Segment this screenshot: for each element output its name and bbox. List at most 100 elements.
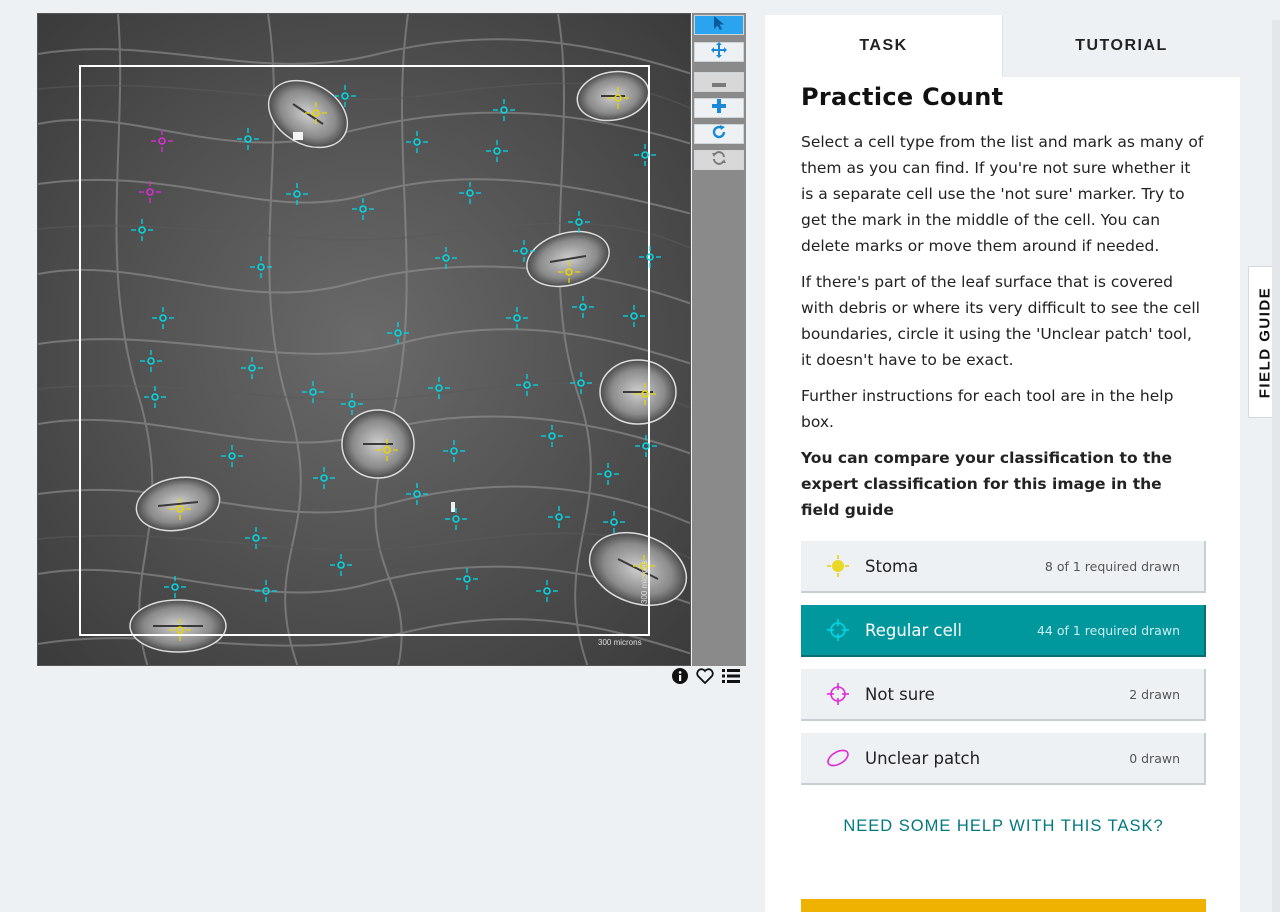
stoma-mark[interactable] [169,498,191,520]
choice-label: Not sure [865,684,935,704]
instructions-paragraph-2: If there's part of the leaf surface that… [801,273,1200,369]
not-sure-mark[interactable] [151,130,173,152]
ellipse-icon [825,745,851,771]
stoma-mark[interactable] [607,87,629,109]
stoma-mark[interactable] [634,383,656,405]
scale-bar-label-vertical: 300 microns [640,560,649,604]
regular-cell-mark[interactable] [250,256,272,278]
regular-cell-mark[interactable] [302,381,324,403]
tab-tutorial[interactable]: TUTORIAL [1002,15,1240,77]
info-icon[interactable] [672,668,688,688]
regular-cell-mark[interactable] [131,219,153,241]
regular-cell-mark[interactable] [241,357,263,379]
viewer-toolbar [692,13,746,666]
scale-bar-label: 300 microns [598,638,642,647]
rotate-icon [712,125,726,143]
zoom-in-button[interactable] [694,98,744,118]
stoma-mark[interactable] [558,261,580,283]
pointer-tool-button[interactable] [694,15,744,35]
regular-cell-mark[interactable] [406,483,428,505]
regular-cell-mark[interactable] [603,511,625,533]
move-icon [711,42,727,62]
regular-cell-mark[interactable] [144,386,166,408]
regular-cell-mark[interactable] [221,445,243,467]
regular-cell-mark[interactable] [443,440,465,462]
regular-cell-mark[interactable] [445,508,467,530]
help-link[interactable]: NEED SOME HELP WITH THIS TASK? [801,817,1206,836]
list-icon[interactable] [722,668,740,688]
move-tool-button[interactable] [694,42,744,62]
regular-cell-mark[interactable] [548,506,570,528]
choice-count: 8 of 1 required drawn [1044,558,1180,574]
regular-cell-mark[interactable] [313,467,335,489]
regular-cell-mark[interactable] [352,198,374,220]
pointer-icon [712,15,726,35]
tab-task[interactable]: TASK [765,15,1002,77]
regular-cell-mark[interactable] [597,463,619,485]
regular-cell-mark[interactable] [486,140,508,162]
regular-cell-mark[interactable] [572,296,594,318]
regular-cell-mark[interactable] [435,247,457,269]
regular-cell-mark[interactable] [536,580,558,602]
zoom-in-icon [712,99,726,117]
tool-choice-unclear-patch[interactable]: Unclear patch 0 drawn [801,733,1206,785]
instructions-paragraph-1: Select a cell type from the list and mar… [801,133,1204,255]
rotate-button[interactable] [694,124,744,144]
task-panel: TASK TUTORIAL Practice Count Select a ce… [765,15,1240,912]
regular-cell-mark[interactable] [140,350,162,372]
zoom-out-icon [712,73,726,91]
choice-count: 44 of 1 required drawn [1036,622,1180,638]
choice-label: Regular cell [865,620,962,640]
regular-cell-mark[interactable] [152,307,174,329]
regular-cell-mark[interactable] [456,568,478,590]
task-title: Practice Count [801,83,1004,111]
stoma-marker-icon [825,553,851,579]
regular-cell-mark[interactable] [387,322,409,344]
field-guide-label: FIELD GUIDE [1256,286,1274,398]
not-sure-mark[interactable] [139,181,161,203]
heart-icon[interactable] [696,668,714,688]
image-viewer[interactable]: 300 microns 300 microns [37,13,691,666]
subject-meta-icons [672,668,740,688]
regular-cell-mark[interactable] [245,527,267,549]
regular-cell-mark[interactable] [330,554,352,576]
tool-choice-regular-cell[interactable]: Regular cell 44 of 1 required drawn [801,605,1206,657]
regular-cell-mark[interactable] [255,580,277,602]
panel-tabs: TASK TUTORIAL [765,15,1240,77]
marks-layer[interactable] [38,14,691,666]
regular-cell-mark[interactable] [164,576,186,598]
regular-cell-mark[interactable] [237,128,259,150]
instructions-paragraph-4: You can compare your classification to t… [801,449,1172,519]
regular-cell-mark[interactable] [570,372,592,394]
page-scrollbar[interactable] [1272,20,1280,912]
instructions-paragraph-3: Further instructions for each tool are i… [801,387,1174,431]
regular-cell-mark[interactable] [286,183,308,205]
regular-cell-mark[interactable] [634,144,656,166]
stoma-mark[interactable] [169,619,191,641]
crosshair-icon [825,681,851,707]
regular-cell-mark[interactable] [541,425,563,447]
regular-cell-mark[interactable] [516,374,538,396]
regular-cell-mark[interactable] [506,307,528,329]
task-content: Practice Count Select a cell type from t… [765,77,1240,836]
zoom-out-button[interactable] [694,72,744,92]
regular-cell-mark[interactable] [493,99,515,121]
regular-cell-mark[interactable] [513,240,535,262]
tool-choice-stoma[interactable]: Stoma 8 of 1 required drawn [801,541,1206,593]
regular-cell-mark[interactable] [428,377,450,399]
tool-choice-not-sure[interactable]: Not sure 2 drawn [801,669,1206,721]
regular-cell-mark[interactable] [623,305,645,327]
regular-cell-mark[interactable] [568,211,590,233]
done-button[interactable] [801,899,1206,912]
regular-cell-mark[interactable] [639,246,661,268]
regular-cell-mark[interactable] [406,131,428,153]
regular-cell-mark[interactable] [635,435,657,457]
stoma-mark[interactable] [376,439,398,461]
reset-icon [711,151,727,169]
stoma-mark[interactable] [305,102,327,124]
reset-view-button[interactable] [694,150,744,170]
regular-cell-mark[interactable] [334,85,356,107]
regular-cell-mark[interactable] [459,182,481,204]
choice-count: 2 drawn [1129,686,1180,702]
regular-cell-mark[interactable] [341,393,363,415]
